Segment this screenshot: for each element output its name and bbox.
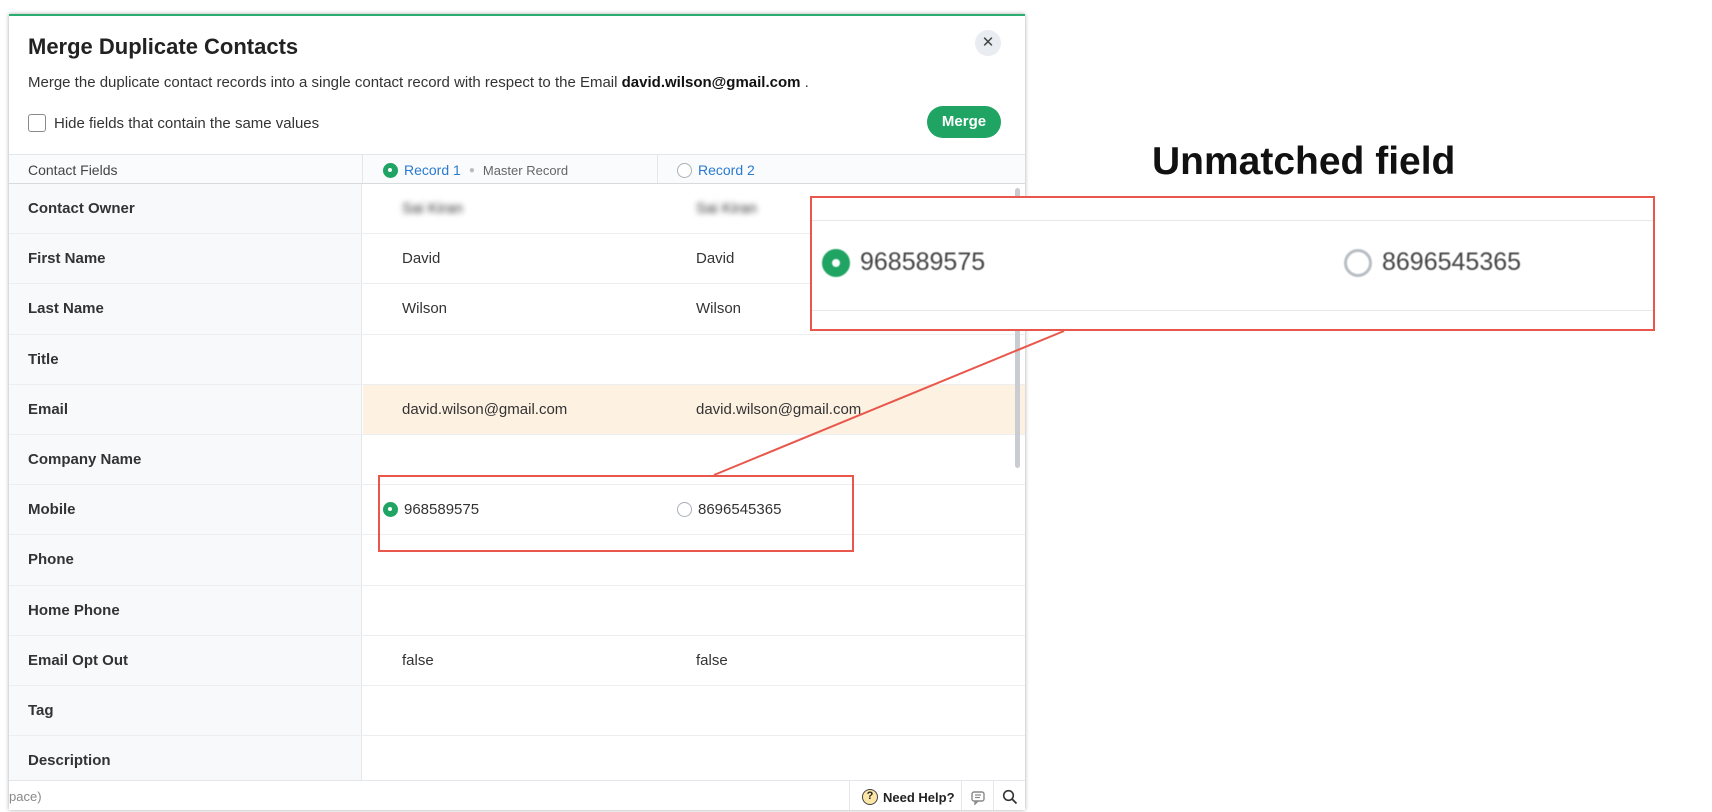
field-label: Company Name [9, 434, 362, 485]
record2-value: Sai Kiran [696, 200, 757, 218]
footer-bar: pace) ? Need Help? [9, 780, 1025, 810]
record2-value: david.wilson@gmail.com [696, 400, 862, 418]
annotation-title: Unmatched field [1152, 140, 1456, 183]
record2-value: false [696, 651, 728, 669]
record1-link[interactable]: Record 1 [404, 162, 461, 178]
description-email: david.wilson@gmail.com [621, 74, 801, 91]
need-help-button[interactable]: ? Need Help? [849, 781, 955, 810]
close-icon[interactable]: ✕ [975, 30, 1001, 56]
hide-same-values-toggle[interactable]: Hide fields that contain the same values [28, 114, 319, 132]
record2-value: Wilson [696, 300, 742, 318]
field-label: Tag [9, 685, 362, 736]
field-label: Email [9, 384, 362, 434]
question-icon: ? [862, 789, 878, 805]
search-icon[interactable] [993, 781, 1025, 810]
hide-same-values-checkbox[interactable] [28, 114, 46, 132]
table-row: Title [9, 334, 1025, 385]
separator-dot: ● [468, 164, 475, 176]
zoom-row-line [812, 310, 1653, 311]
need-help-label: Need Help? [883, 789, 955, 805]
column-divider [657, 155, 658, 183]
field-label: Contact Owner [9, 184, 362, 234]
dialog-description: Merge the duplicate contact records into… [28, 74, 809, 91]
record1-header[interactable]: Record 1 ● Master Record [383, 162, 568, 178]
field-label: Mobile [9, 485, 362, 535]
record2-radio[interactable] [677, 162, 692, 178]
workspace-text: pace) [9, 789, 42, 804]
table-row: Home Phone [9, 585, 1025, 636]
unmatched-field-zoom: 968589575 8696545365 [810, 196, 1655, 331]
table-row: Tag [9, 685, 1025, 737]
record2-header[interactable]: Record 2 [677, 162, 755, 178]
zoom-value-2-text: 8696545365 [1382, 248, 1522, 276]
record2-link[interactable]: Record 2 [698, 162, 755, 178]
record1-value: Sai Kiran [402, 200, 463, 218]
table-row: Email david.wilson@gmail.com david.wilson@… [9, 384, 1025, 435]
record1-value: Wilson [402, 300, 448, 318]
zoom-radio-unselected [1344, 248, 1372, 277]
field-label: Title [9, 334, 362, 384]
field-label: First Name [9, 234, 362, 284]
zoom-row-line [812, 220, 1653, 221]
record1-value: David [402, 250, 441, 268]
zoom-value-2: 8696545365 [1344, 248, 1521, 277]
table-row: Email Opt Out false false [9, 635, 1025, 686]
zoom-radio-selected [822, 248, 850, 277]
column-divider [362, 155, 363, 183]
merge-dialog: Merge Duplicate Contacts ✕ Merge the dup… [9, 14, 1025, 810]
record2-value: David [696, 250, 735, 268]
field-label: Last Name [9, 284, 362, 334]
description-text: Merge the duplicate contact records into… [28, 74, 622, 91]
table-header: Contact Fields Record 1 ● Master Record … [9, 154, 1025, 184]
record1-radio[interactable] [383, 162, 398, 178]
field-label: Phone [9, 535, 362, 585]
mobile-highlight-box [378, 475, 854, 552]
zoom-value-1-text: 968589575 [860, 248, 986, 276]
dialog-title: Merge Duplicate Contacts [28, 34, 299, 59]
merge-button[interactable]: Merge [927, 106, 1001, 138]
feedback-icon[interactable] [961, 781, 993, 810]
hide-same-values-label: Hide fields that contain the same values [54, 114, 320, 132]
master-record-label: Master Record [482, 162, 569, 178]
record1-value: false [402, 651, 434, 669]
contact-fields-header: Contact Fields [28, 162, 118, 178]
field-label: Home Phone [9, 585, 362, 635]
field-label: Email Opt Out [9, 635, 362, 685]
zoom-value-1: 968589575 [822, 248, 985, 277]
table-row: Description [9, 736, 1025, 787]
description-suffix: . [800, 74, 809, 91]
field-label: Description [9, 736, 362, 786]
record1-value: david.wilson@gmail.com [402, 400, 568, 418]
